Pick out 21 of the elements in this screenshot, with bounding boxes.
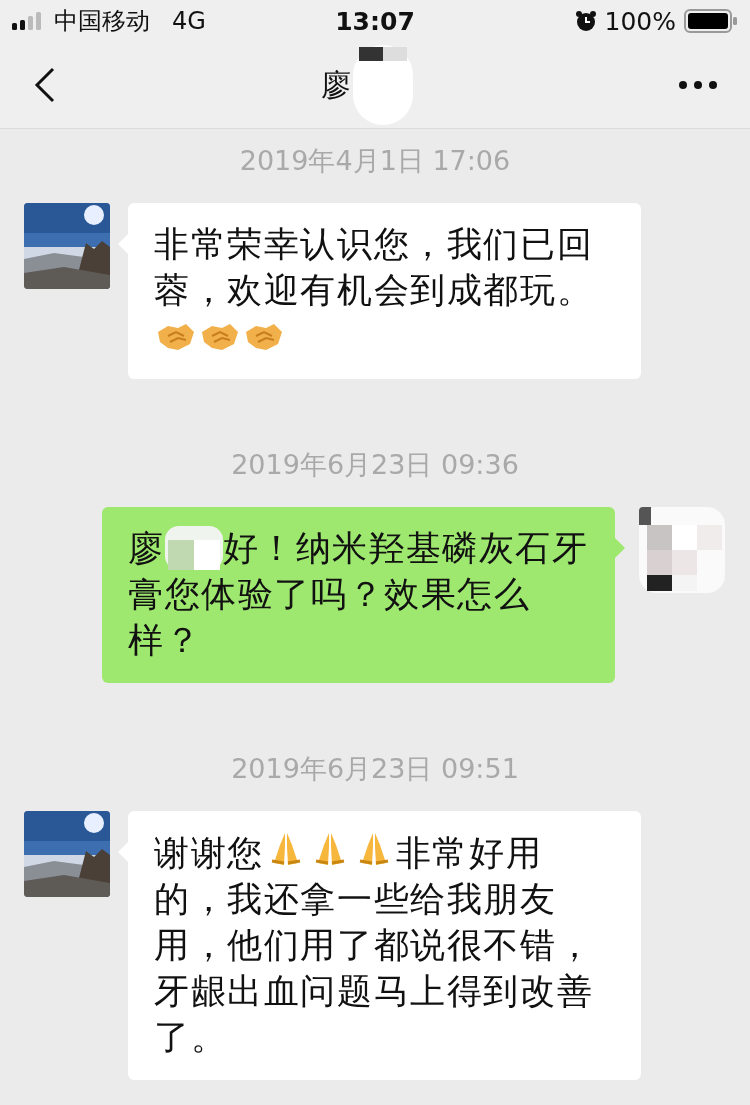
back-icon: [34, 67, 56, 103]
battery-percent: 100%: [604, 6, 676, 36]
network-type: 4G: [172, 7, 206, 35]
privacy-mask-icon: [164, 526, 223, 570]
timestamp: 2019年4月1日 17:06: [239, 144, 511, 178]
battery-icon: [684, 9, 738, 33]
chat-title: 廖: [321, 65, 351, 104]
alarm-icon: [574, 10, 597, 32]
timestamp: 2019年6月23日 09:51: [231, 752, 519, 786]
message-text: 非常荣幸认识您，我们已回蓉，欢迎有机会到成都玩。: [154, 224, 594, 310]
timestamp: 2019年6月23日 09:36: [231, 448, 519, 482]
message-text: 谢谢您: [154, 833, 264, 873]
more-icon: [678, 80, 718, 90]
carrier-name: 中国移动: [54, 6, 150, 37]
privacy-mask-icon: [353, 45, 413, 125]
message-text: 好！纳米羟基磷灰石牙: [222, 528, 589, 568]
message-text: 非常好用: [395, 833, 543, 873]
message-text: 膏您体验了吗？效果怎么样？: [128, 573, 532, 662]
status-time: 13:07: [335, 6, 415, 36]
message-text: 廖: [128, 528, 165, 568]
message-text: 的，我还拿一些给我朋友用，他们用了都说很不错，牙龈出血问题马上得到改善了。: [154, 878, 595, 1059]
